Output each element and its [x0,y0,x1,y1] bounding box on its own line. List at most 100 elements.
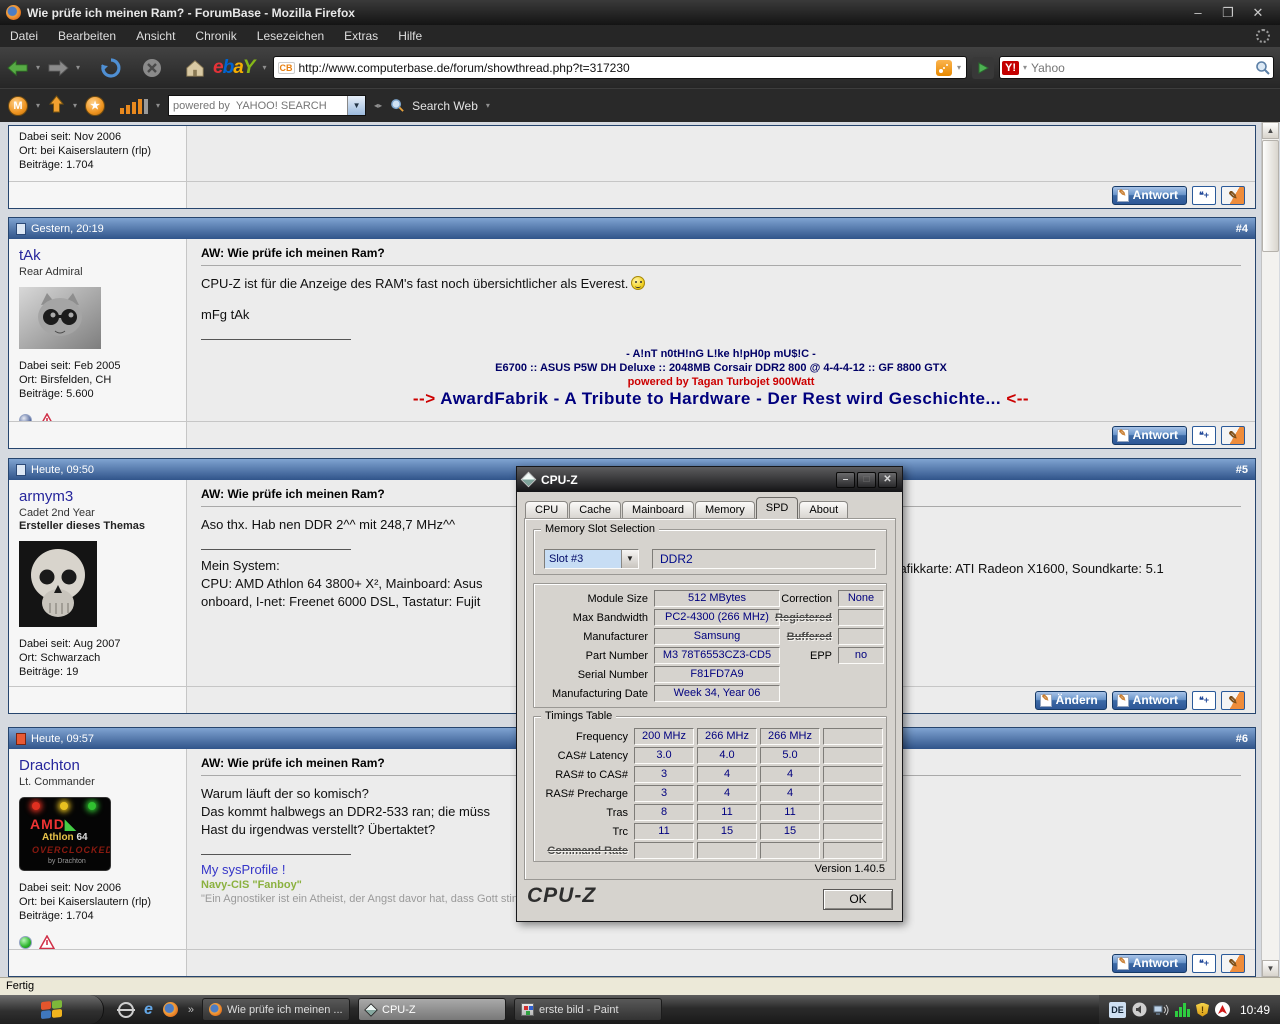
slot-dropdown-icon[interactable]: ▼ [621,550,638,568]
quickreply-button[interactable] [1221,185,1245,205]
forward-dropdown[interactable]: ▾ [75,63,81,72]
tab-about[interactable]: About [799,501,849,519]
multiquote-button[interactable] [1192,425,1216,445]
task-firefox[interactable]: Wie prüfe ich meinen ... [202,998,351,1021]
toolbar-resize-handle[interactable]: ◂▸ [373,101,383,110]
upload-dropdown[interactable]: ▾ [72,101,78,110]
security-shield-icon[interactable]: ! [1195,1002,1209,1017]
signature-line-4[interactable]: --> AwardFabrik - A Tribute to Hardware … [201,390,1241,407]
search-web-magnifier-icon[interactable] [390,98,405,113]
search-web-dropdown[interactable]: ▾ [485,101,491,110]
firefox-quicklaunch-icon[interactable] [162,1002,178,1017]
language-indicator[interactable]: DE [1108,1001,1126,1018]
internet-explorer-icon[interactable]: e [144,1001,153,1019]
quickreply-button[interactable] [1221,953,1245,973]
vertical-scrollbar[interactable]: ▲ ▼ [1261,122,1279,977]
rss-feed-icon[interactable] [935,59,952,76]
ebay-button[interactable]: ebaY [213,57,255,79]
reply-button[interactable]: Antwort [1111,425,1187,445]
avatar-cat[interactable] [19,287,101,349]
ebay-dropdown[interactable]: ▾ [261,63,267,72]
show-desktop-icon[interactable] [118,1001,134,1018]
quickreply-button[interactable] [1221,690,1245,710]
menu-datei[interactable]: Datei [0,26,48,46]
reply-button[interactable]: Antwort [1111,690,1187,710]
tab-memory[interactable]: Memory [695,501,755,519]
volume-icon[interactable] [1132,1002,1147,1017]
minimize-button[interactable]: – [1188,5,1208,21]
back-dropdown[interactable]: ▾ [35,63,41,72]
post-number[interactable]: #5 [1236,464,1248,476]
menu-ansicht[interactable]: Ansicht [126,26,185,46]
signal-bars-icon[interactable] [120,98,149,114]
multiquote-button[interactable] [1192,953,1216,973]
menu-extras[interactable]: Extras [334,26,388,46]
mail-dropdown[interactable]: ▾ [35,101,41,110]
edit-button[interactable]: Ändern [1034,690,1107,710]
bookmarks-star-icon[interactable]: ★ [85,95,106,116]
reload-button[interactable] [100,57,122,79]
yahoo-toolbar-search-input[interactable] [169,99,348,112]
scroll-down-button[interactable]: ▼ [1262,960,1279,977]
menu-lesezeichen[interactable]: Lesezeichen [247,26,334,46]
taskbar-clock[interactable]: 10:49 [1240,1003,1270,1017]
back-button[interactable] [6,58,30,78]
tab-cache[interactable]: Cache [569,501,622,519]
yahoo-search-input[interactable] [1031,60,1252,75]
avira-antivirus-icon[interactable] [1214,1002,1230,1017]
yahoo-mail-icon[interactable]: M [8,95,28,116]
multiquote-button[interactable] [1192,690,1216,710]
quickreply-button[interactable] [1221,425,1245,445]
reply-button[interactable]: Antwort [1111,953,1187,973]
username-link[interactable]: armym3 [19,488,73,505]
scroll-up-button[interactable]: ▲ [1262,122,1279,139]
tab-cpu[interactable]: CPU [525,501,569,519]
task-cpuz[interactable]: CPU-Z [358,998,507,1021]
quicklaunch-overflow-chevron[interactable]: » [188,1004,194,1016]
cpuz-close-button[interactable]: ✕ [878,471,897,488]
post-header: Gestern, 20:19 #4 [9,218,1255,239]
avatar-skull[interactable] [19,541,97,627]
yahoo-engine-dropdown[interactable]: ▾ [1022,63,1028,72]
forward-button[interactable] [46,58,70,78]
post-user-column: armym3 Cadet 2nd Year Ersteller dieses T… [9,480,187,706]
url-dropdown[interactable]: ▾ [956,63,962,72]
home-button[interactable] [184,58,206,78]
post-number[interactable]: #4 [1236,223,1248,235]
go-button[interactable] [972,56,994,79]
tab-spd[interactable]: SPD [755,497,799,519]
reply-button[interactable]: Antwort [1111,185,1187,205]
avatar-amd[interactable]: AMD◣ Athlon 64 OVERCLOCKED by Drachton [19,797,111,871]
start-button[interactable] [0,995,104,1024]
network-icon[interactable] [1153,1003,1169,1017]
report-post-icon[interactable] [39,935,55,950]
bars-dropdown[interactable]: ▾ [155,101,161,110]
slot-select[interactable]: Slot #3 ▼ [544,549,639,569]
menu-bearbeiten[interactable]: Bearbeiten [48,26,126,46]
cpuz-titlebar[interactable]: CPU-Z – □ ✕ [517,467,902,492]
username-link[interactable]: tAk [19,247,41,264]
task-paint[interactable]: erste bild - Paint [514,998,663,1021]
close-button[interactable]: ✕ [1248,5,1268,21]
username-link[interactable]: Drachton [19,757,80,774]
cpuz-maximize-button[interactable]: □ [857,471,876,488]
scrollbar-thumb[interactable] [1262,140,1279,252]
ok-button[interactable]: OK [823,889,893,910]
restore-button[interactable]: ❐ [1218,5,1238,21]
search-dropdown[interactable]: ▼ [347,96,366,115]
magnifier-icon[interactable] [1255,60,1271,76]
menu-hilfe[interactable]: Hilfe [388,26,432,46]
menu-chronik[interactable]: Chronik [185,26,246,46]
url-input[interactable] [298,60,932,75]
upload-arrow-icon[interactable] [48,94,65,117]
sysprofile-link[interactable]: My sysProfile ! [201,862,286,877]
search-web-button[interactable]: Search Web [412,99,478,113]
network-meter-icon[interactable] [1174,1002,1190,1017]
multiquote-button[interactable] [1192,185,1216,205]
post-number[interactable]: #6 [1236,733,1248,745]
yahoo-y-icon[interactable]: Y! [1002,60,1019,75]
stop-button[interactable] [141,57,163,79]
cpuz-minimize-button[interactable]: – [836,471,855,488]
tras-label: Tras [606,807,628,819]
tab-mainboard[interactable]: Mainboard [622,501,695,519]
